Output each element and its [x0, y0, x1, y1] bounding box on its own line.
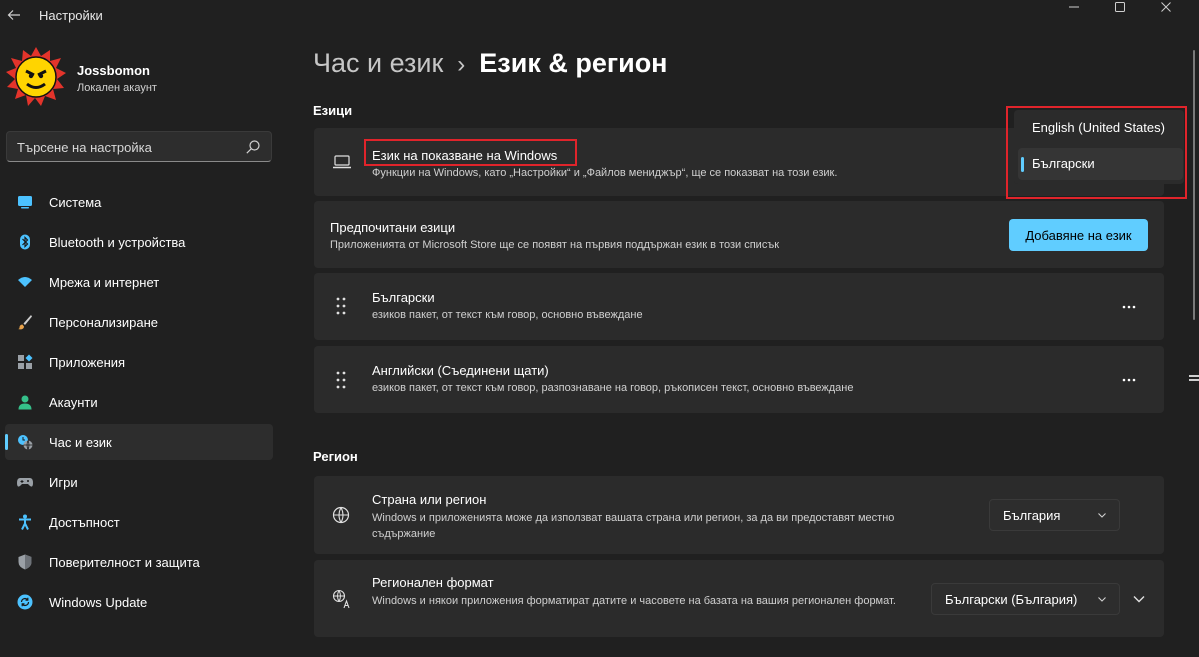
search-input[interactable] — [17, 138, 237, 156]
display-language-description: Функции на Windows, като „Настройки“ и „… — [372, 167, 838, 179]
drag-handle-icon[interactable] — [336, 297, 346, 315]
app-title: Настройки — [39, 8, 103, 23]
sidebar-item-gaming[interactable]: Игри — [5, 464, 273, 500]
language-row[interactable]: Английски (Съединени щати) езиков пакет,… — [314, 346, 1164, 413]
sidebar-item-label: Мрежа и интернет — [49, 275, 160, 290]
language-features: езиков пакет, от текст към говор, разпоз… — [372, 382, 854, 394]
monitor-icon — [18, 196, 32, 209]
regional-format-dropdown-value: Български (България) — [945, 592, 1078, 607]
sidebar-item-label: Час и език — [49, 435, 112, 450]
clock-globe-icon — [18, 435, 33, 450]
arrow-left-icon — [7, 10, 20, 20]
sidebar-item-label: Bluetooth и устройства — [49, 235, 186, 250]
preferred-languages-card: Предпочитани езици Приложенията от Micro… — [314, 201, 1164, 268]
regional-format-title: Регионален формат — [372, 575, 494, 590]
title-bar: Настройки — [0, 0, 1199, 32]
sidebar-item-label: Приложения — [49, 355, 126, 370]
language-name: Български — [372, 290, 435, 305]
account-type: Локален акаунт — [77, 82, 157, 94]
chevron-down-icon — [1098, 513, 1106, 518]
scrollbar[interactable] — [1193, 50, 1195, 320]
maximize-button[interactable] — [1097, 0, 1143, 14]
sidebar-item-label: Система — [49, 195, 102, 210]
breadcrumb: Час и език › Език & регион — [313, 48, 668, 79]
section-title-languages: Езици — [313, 103, 353, 118]
country-dropdown-value: България — [1003, 508, 1061, 523]
sidebar-item-label: Персонализиране — [49, 315, 159, 330]
sidebar-item-label: Windows Update — [49, 595, 148, 610]
person-icon — [18, 395, 32, 410]
highlight-frame — [1006, 106, 1187, 199]
brush-icon — [18, 315, 32, 330]
sidebar-item-windows-update[interactable]: Windows Update — [5, 584, 273, 620]
globe-icon — [332, 506, 350, 524]
sidebar-item-bluetooth[interactable]: Bluetooth и устройства — [5, 224, 273, 260]
wifi-icon — [18, 277, 32, 287]
drag-handle-icon[interactable] — [336, 371, 346, 389]
sidebar-item-system[interactable]: Система — [5, 184, 273, 220]
laptop-icon — [333, 155, 351, 169]
breadcrumb-parent[interactable]: Час и език — [313, 48, 443, 78]
country-region-description: Windows и приложенията може да използват… — [372, 512, 895, 540]
highlight-frame — [364, 139, 577, 166]
language-name: Английски (Съединени щати) — [372, 363, 549, 378]
sidebar-item-label: Акаунти — [49, 395, 98, 410]
country-region-title: Страна или регион — [372, 492, 487, 507]
user-profile[interactable]: Jossbomon Локален акаунт — [5, 46, 275, 110]
add-language-button[interactable]: Добавяне на език — [1009, 219, 1148, 251]
minimize-icon — [1069, 6, 1079, 8]
more-icon — [1122, 305, 1136, 309]
chevron-down-icon — [1098, 597, 1106, 602]
language-row[interactable]: Български езиков пакет, от текст към гов… — [314, 273, 1164, 340]
settings-search[interactable] — [6, 131, 272, 162]
preferred-languages-title: Предпочитани езици — [330, 220, 456, 235]
chevron-down-icon[interactable] — [1132, 592, 1146, 606]
back-button[interactable] — [4, 4, 24, 26]
scrollbar-handle[interactable] — [1189, 375, 1199, 381]
breadcrumb-separator: › — [457, 51, 466, 78]
shield-icon — [18, 554, 32, 570]
close-icon — [1161, 2, 1171, 12]
regional-format-card[interactable]: Регионален формат Windows и някои прилож… — [314, 560, 1164, 637]
sidebar-item-time-language[interactable]: Час и език — [5, 424, 273, 460]
country-dropdown[interactable]: България — [989, 499, 1120, 531]
sidebar-item-accounts[interactable]: Акаунти — [5, 384, 273, 420]
more-icon — [1122, 378, 1136, 382]
more-options-button[interactable] — [1114, 365, 1144, 395]
regional-format-description: Windows и някои приложения форматират да… — [372, 595, 896, 607]
language-features: езиков пакет, от текст към говор, основн… — [372, 309, 643, 321]
sidebar-item-label: Игри — [49, 475, 78, 490]
search-icon[interactable] — [245, 139, 261, 155]
section-title-region: Регион — [313, 449, 358, 464]
sidebar-item-accessibility[interactable]: Достъпност — [5, 504, 273, 540]
sidebar-item-privacy[interactable]: Поверителност и защита — [5, 544, 273, 580]
minimize-button[interactable] — [1051, 0, 1097, 14]
regional-format-dropdown[interactable]: Български (България) — [931, 583, 1120, 615]
user-name: Jossbomon — [77, 63, 150, 78]
gamepad-icon — [17, 478, 33, 487]
sidebar-item-label: Достъпност — [49, 515, 120, 530]
accessibility-icon — [19, 514, 31, 530]
more-options-button[interactable] — [1114, 292, 1144, 322]
sidebar-item-personalization[interactable]: Персонализиране — [5, 304, 273, 340]
preferred-languages-description: Приложенията от Microsoft Store ще се по… — [330, 239, 780, 251]
sidebar-nav: Система Bluetooth и устройства Мрежа и и… — [5, 184, 273, 624]
close-window-button[interactable] — [1143, 0, 1189, 14]
sidebar-item-apps[interactable]: Приложения — [5, 344, 273, 380]
apps-icon — [18, 354, 33, 369]
regional-format-icon — [332, 589, 350, 609]
sidebar-item-label: Поверителност и защита — [49, 555, 200, 570]
page-title: Език & регион — [479, 48, 668, 78]
avatar — [6, 47, 66, 106]
bluetooth-icon — [20, 234, 30, 250]
sidebar-item-network[interactable]: Мрежа и интернет — [5, 264, 273, 300]
update-icon — [17, 594, 33, 610]
maximize-icon — [1115, 2, 1125, 12]
country-region-card: Страна или регион Windows и приложенията… — [314, 476, 1164, 554]
